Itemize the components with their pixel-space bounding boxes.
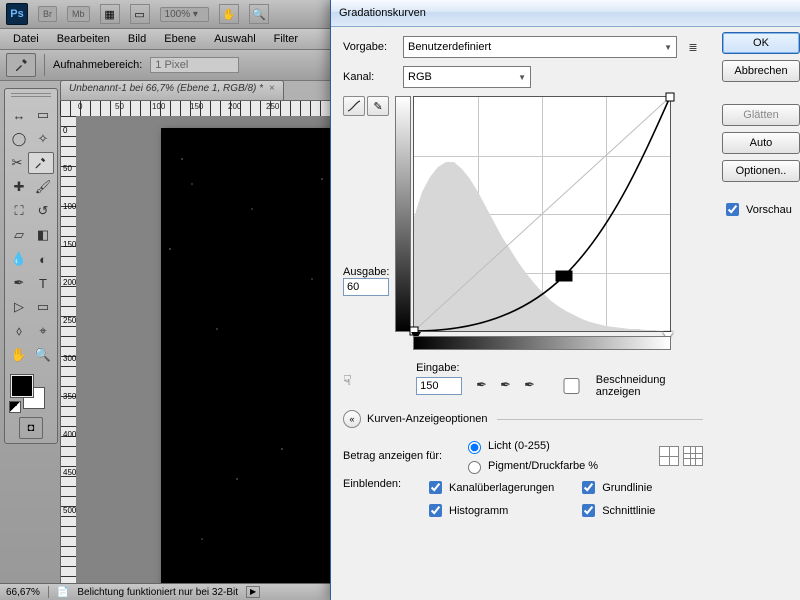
channel-label: Kanal: bbox=[343, 71, 397, 83]
foreground-swatch[interactable] bbox=[11, 375, 33, 397]
eyedropper-tool-icon[interactable] bbox=[28, 152, 54, 174]
color-swatches[interactable] bbox=[7, 373, 55, 407]
3d-tool-icon[interactable]: ⬨ bbox=[8, 320, 30, 342]
curve-draw-mode-icon[interactable]: ✎ bbox=[367, 96, 389, 116]
amount-pigment-radio[interactable]: Pigment/Druckfarbe % bbox=[463, 458, 598, 474]
grid-coarse-icon[interactable] bbox=[659, 446, 679, 466]
zoom-tool-icon-tb[interactable]: 🔍 bbox=[32, 344, 54, 366]
menu-file[interactable]: Datei bbox=[4, 31, 48, 47]
path-select-tool-icon[interactable]: ▷ bbox=[8, 296, 30, 318]
shape-tool-icon[interactable]: ▭ bbox=[32, 296, 54, 318]
app-logo-icon: Ps bbox=[6, 3, 28, 25]
status-next-icon[interactable]: ▶ bbox=[246, 586, 260, 598]
status-message: Belichtung funktioniert nur bei 32-Bit bbox=[77, 587, 238, 598]
output-gradient bbox=[395, 96, 411, 332]
quickmask-icon[interactable]: ◘ bbox=[19, 417, 43, 439]
disclose-label: Kurven-Anzeigeoptionen bbox=[367, 413, 487, 425]
channel-select[interactable]: RGB▼ bbox=[403, 66, 531, 88]
toolbox: ↔▭ ◯✧ ✂ ✚🖌 ⛶↺ ▱◧ 💧◐ ✒T ▷▭ ⬨⌖ ✋🔍 ◘ bbox=[4, 88, 58, 444]
input-gradient bbox=[413, 336, 671, 350]
pen-tool-icon[interactable]: ✒ bbox=[8, 272, 30, 294]
amount-light-radio[interactable]: Licht (0-255) bbox=[463, 438, 598, 454]
toolbox-grip[interactable] bbox=[11, 93, 51, 99]
preset-menu-icon[interactable]: ≣ bbox=[683, 37, 703, 57]
stamp-tool-icon[interactable]: ⛶ bbox=[8, 200, 30, 222]
hand-tool-icon[interactable]: ✋ bbox=[219, 4, 239, 24]
curve-grid[interactable] bbox=[413, 96, 671, 332]
gradient-tool-icon[interactable]: ◧ bbox=[32, 224, 54, 246]
history-brush-tool-icon[interactable]: ↺ bbox=[32, 200, 54, 222]
curve-point-mode-icon[interactable] bbox=[343, 96, 365, 116]
move-tool-icon[interactable]: ↔ bbox=[8, 104, 30, 126]
baseline-checkbox[interactable]: Grundlinie bbox=[578, 478, 655, 497]
curves-dialog: Gradationskurven OK Abbrechen Glätten Au… bbox=[330, 0, 800, 600]
zoom-tool-icon[interactable]: 🔍 bbox=[249, 4, 269, 24]
minibridge-button[interactable]: Mb bbox=[67, 6, 90, 22]
channel-overlays-checkbox[interactable]: Kanalüberlagerungen bbox=[425, 478, 554, 497]
output-field[interactable] bbox=[343, 278, 389, 296]
bridge-button[interactable]: Br bbox=[38, 6, 57, 22]
brush-tool-icon[interactable]: 🖌 bbox=[32, 176, 54, 198]
type-tool-icon[interactable]: T bbox=[32, 272, 54, 294]
menu-filter[interactable]: Filter bbox=[265, 31, 307, 47]
view-extras-icon[interactable]: ▦ bbox=[100, 4, 120, 24]
menu-layer[interactable]: Ebene bbox=[155, 31, 205, 47]
black-eyedropper-icon[interactable]: ✒ bbox=[476, 377, 494, 395]
hand-tool-icon-tb[interactable]: ✋ bbox=[8, 344, 30, 366]
histogram-checkbox[interactable]: Histogramm bbox=[425, 501, 554, 520]
curve-path bbox=[414, 97, 670, 331]
input-field[interactable] bbox=[416, 377, 462, 395]
default-colors-icon[interactable] bbox=[9, 401, 21, 413]
white-eyedropper-icon[interactable]: ✒ bbox=[524, 377, 542, 395]
sample-size-select[interactable]: 1 Pixel bbox=[150, 57, 239, 73]
close-tab-icon[interactable]: × bbox=[269, 83, 275, 94]
zoom-field[interactable]: 100% ▾ bbox=[160, 7, 209, 22]
show-label: Einblenden: bbox=[343, 478, 415, 490]
curve-point-highlight[interactable] bbox=[666, 93, 675, 102]
options-button[interactable]: Optionen.. bbox=[722, 160, 800, 182]
lasso-tool-icon[interactable]: ◯ bbox=[8, 128, 30, 150]
menu-image[interactable]: Bild bbox=[119, 31, 155, 47]
output-label: Ausgabe: bbox=[343, 266, 403, 278]
view-layout-icon[interactable]: ▭ bbox=[130, 4, 150, 24]
input-label: Eingabe: bbox=[416, 362, 703, 374]
menu-edit[interactable]: Bearbeiten bbox=[48, 31, 119, 47]
preview-checkbox[interactable]: Vorschau bbox=[722, 200, 800, 219]
photoshop-window: Ps Br Mb ▦ ▭ 100% ▾ ✋ 🔍 Datei Bearbeiten… bbox=[0, 0, 800, 600]
dialog-titlebar[interactable]: Gradationskurven bbox=[331, 0, 800, 27]
crop-tool-icon[interactable]: ✂ bbox=[8, 152, 26, 174]
grid-fine-icon[interactable] bbox=[683, 446, 703, 466]
menu-select[interactable]: Auswahl bbox=[205, 31, 265, 47]
disclose-toggle-icon[interactable]: « bbox=[343, 410, 361, 428]
magic-wand-tool-icon[interactable]: ✧ bbox=[32, 128, 54, 150]
preset-select[interactable]: Benutzerdefiniert▼ bbox=[403, 36, 677, 58]
marquee-tool-icon[interactable]: ▭ bbox=[32, 104, 54, 126]
status-zoom[interactable]: 66,67% bbox=[6, 587, 40, 598]
sample-size-label: Aufnahmebereich: bbox=[53, 59, 142, 71]
eyedropper-icon[interactable] bbox=[6, 53, 36, 77]
intersection-checkbox[interactable]: Schnittlinie bbox=[578, 501, 655, 520]
dialog-buttons: OK Abbrechen Glätten Auto Optionen.. Vor… bbox=[722, 32, 800, 219]
targeted-adjust-icon[interactable]: ☟ bbox=[343, 372, 362, 389]
doc-info-icon[interactable]: 📄 bbox=[57, 587, 69, 598]
gray-eyedropper-icon[interactable]: ✒ bbox=[500, 377, 518, 395]
auto-button[interactable]: Auto bbox=[722, 132, 800, 154]
ok-button[interactable]: OK bbox=[722, 32, 800, 54]
dodge-tool-icon[interactable]: ◐ bbox=[32, 248, 54, 270]
curve-point-selected[interactable] bbox=[556, 271, 573, 282]
cancel-button[interactable]: Abbrechen bbox=[722, 60, 800, 82]
document-tabs: Unbenannt-1 bei 66,7% (Ebene 1, RGB/8) *… bbox=[60, 80, 284, 100]
smooth-button[interactable]: Glätten bbox=[722, 104, 800, 126]
show-clipping-checkbox[interactable]: Beschneidung anzeigen bbox=[550, 374, 703, 398]
blur-tool-icon[interactable]: 💧 bbox=[8, 248, 30, 270]
healing-tool-icon[interactable]: ✚ bbox=[8, 176, 30, 198]
document-tab[interactable]: Unbenannt-1 bei 66,7% (Ebene 1, RGB/8) *… bbox=[60, 80, 284, 100]
3d-camera-tool-icon[interactable]: ⌖ bbox=[32, 320, 54, 342]
eraser-tool-icon[interactable]: ▱ bbox=[8, 224, 30, 246]
amount-label: Betrag anzeigen für: bbox=[343, 450, 453, 462]
preset-label: Vorgabe: bbox=[343, 41, 397, 53]
